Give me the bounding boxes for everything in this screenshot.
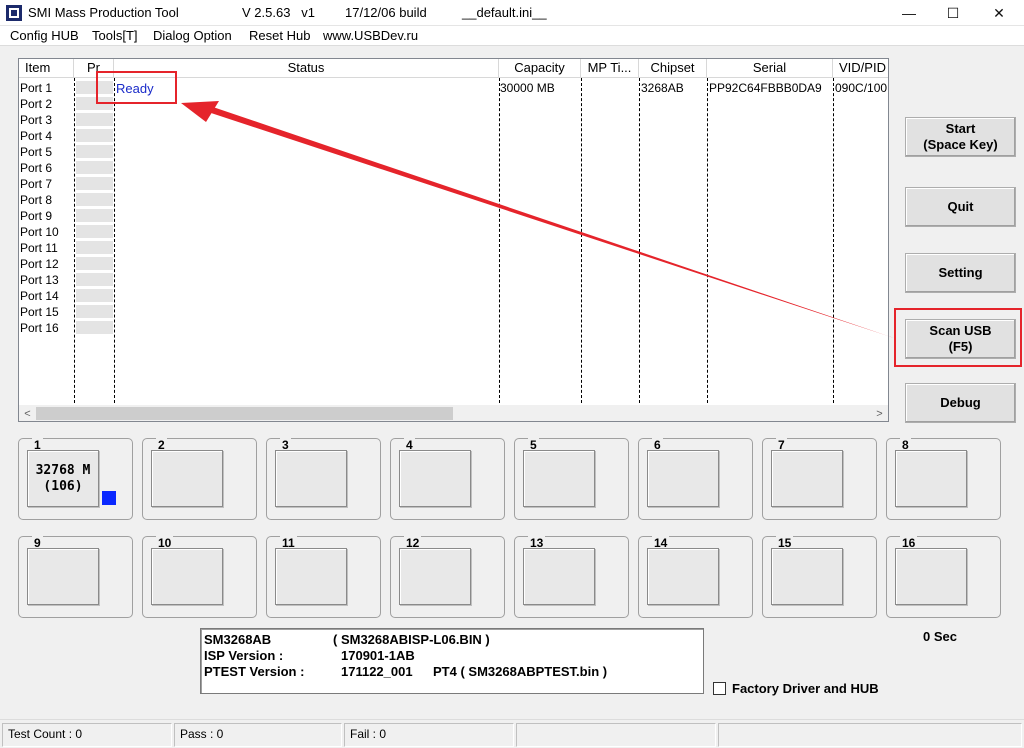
annotation-arrow [181,101,894,338]
